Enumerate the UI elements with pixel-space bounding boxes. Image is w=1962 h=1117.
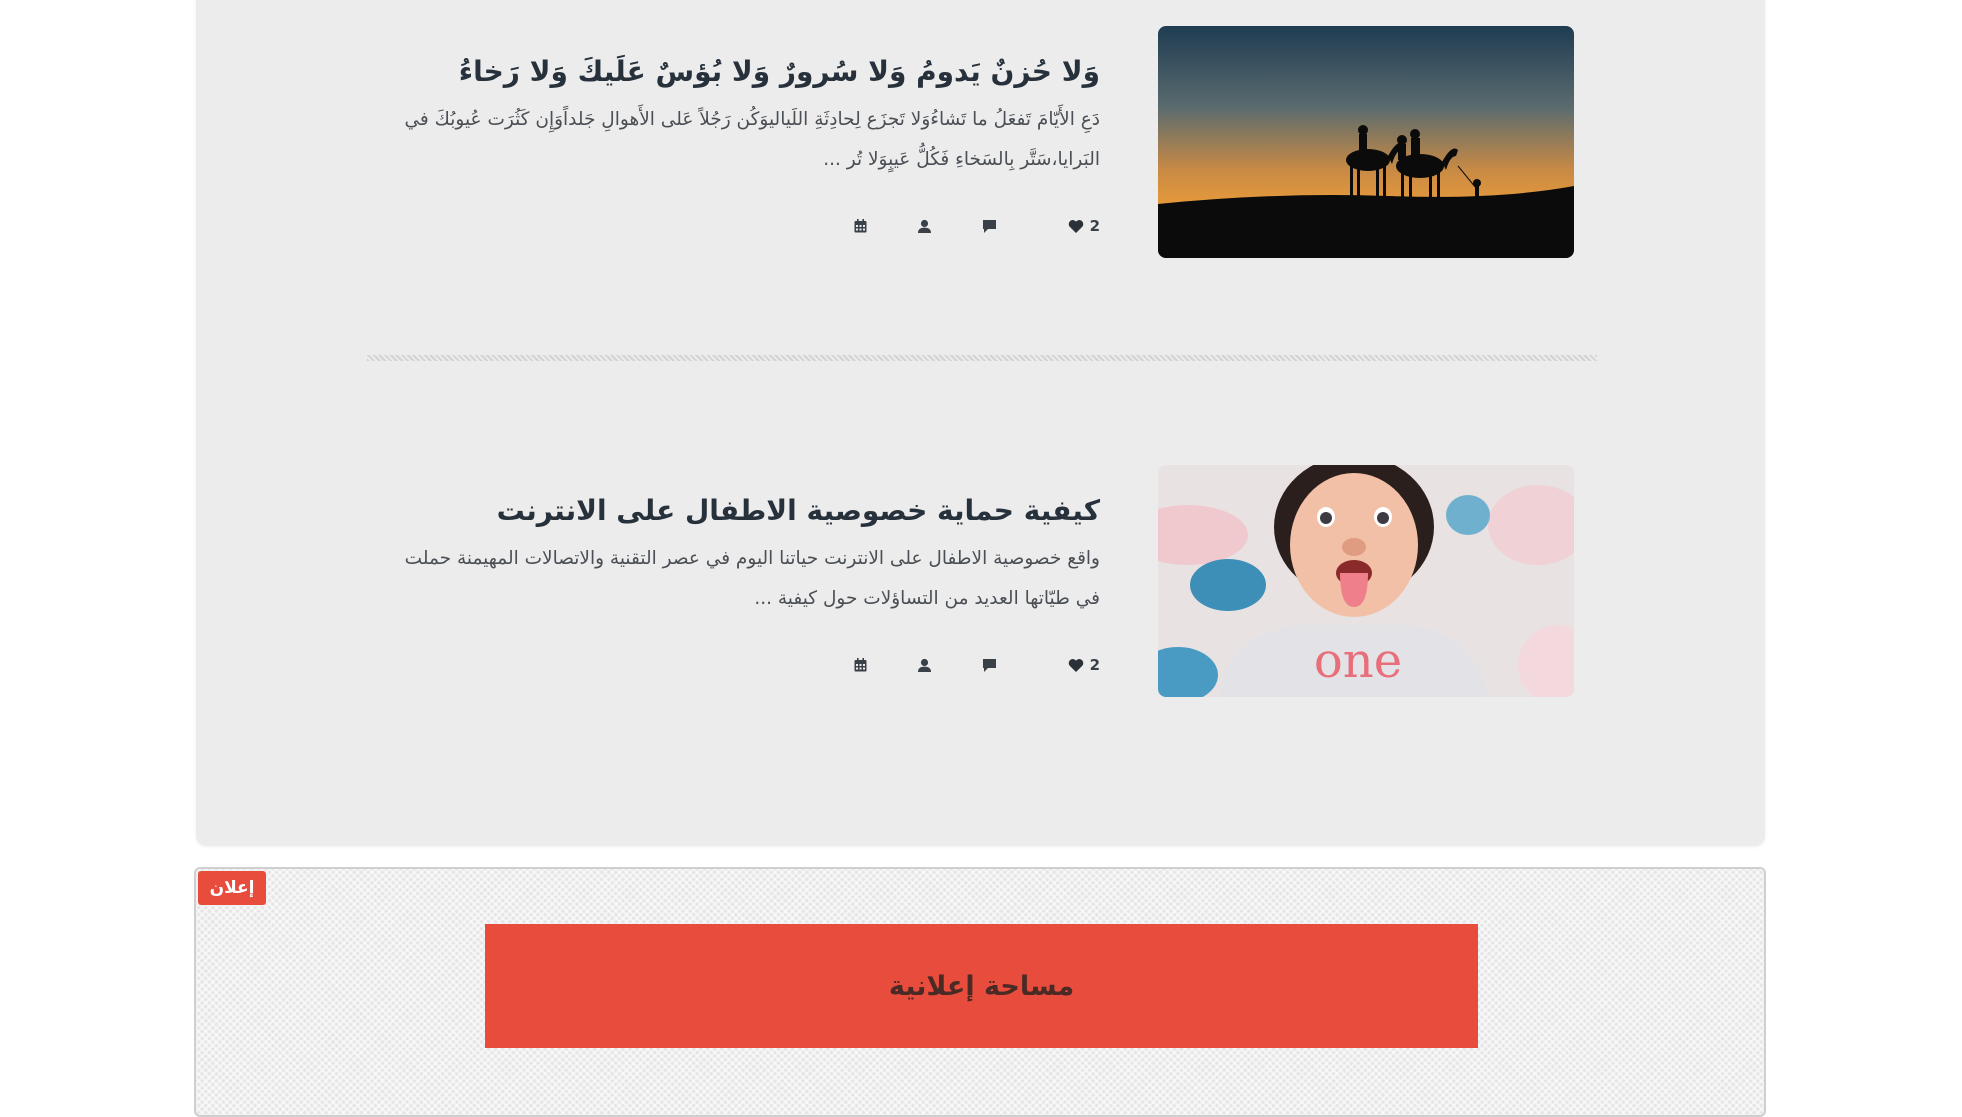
comment-icon <box>983 658 996 672</box>
post-card: وَلا حُزنٌ يَدومُ وَلا سُرورٌ وَلا بُؤسٌ… <box>196 26 1765 266</box>
post-thumbnail[interactable] <box>1158 26 1574 258</box>
post-meta: 2 <box>820 214 1100 238</box>
calendar-icon <box>854 219 867 233</box>
user-icon <box>918 219 931 233</box>
post-excerpt: دَعِ الأَيّامَ تَفعَلُ ما تَشاءُوَلا تَج… <box>404 109 1100 170</box>
post-card: one كيفية حماية خصوصية الاطفال على الانت… <box>196 465 1765 705</box>
author-link[interactable] <box>917 653 932 677</box>
post-thumbnail[interactable]: one <box>1158 465 1574 697</box>
svg-text:one: one <box>1314 633 1402 689</box>
date-link[interactable] <box>854 214 867 238</box>
heart-icon <box>1068 219 1083 233</box>
author-link[interactable] <box>917 214 932 238</box>
comment-icon <box>983 219 996 233</box>
likes-count[interactable]: 2 <box>1068 214 1100 238</box>
date-link[interactable] <box>854 653 867 677</box>
likes-count[interactable]: 2 <box>1068 653 1100 677</box>
ad-banner[interactable]: مساحة إعلانية <box>485 924 1478 1048</box>
post-title[interactable]: كيفية حماية خصوصية الاطفال على الانترنت <box>380 494 1100 527</box>
post-excerpt: واقع خصوصية الاطفال على الانترنت حياتنا … <box>404 548 1100 609</box>
ad-badge: إعلان <box>198 871 266 905</box>
calendar-icon <box>854 658 867 672</box>
baby-image: one <box>1158 465 1574 697</box>
heart-icon <box>1068 658 1083 672</box>
desert-camel-image <box>1158 26 1574 258</box>
ad-container: إعلان مساحة إعلانية <box>194 867 1766 1117</box>
post-title[interactable]: وَلا حُزنٌ يَدومُ وَلا سُرورٌ وَلا بُؤسٌ… <box>380 55 1100 88</box>
user-icon <box>918 658 931 672</box>
post-meta: 2 <box>820 653 1100 677</box>
comments-link[interactable] <box>982 653 997 677</box>
posts-divider <box>367 355 1597 361</box>
comments-link[interactable] <box>982 214 997 238</box>
